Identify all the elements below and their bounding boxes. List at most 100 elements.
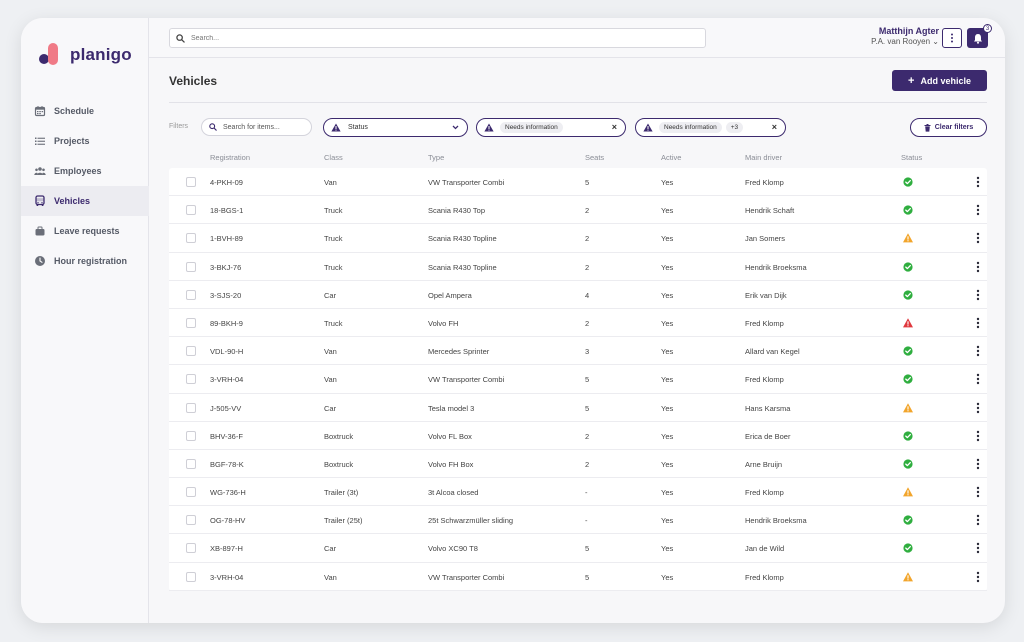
sidebar-item-projects[interactable]: Projects [21,126,149,156]
column-header-seats[interactable]: Seats [585,153,604,162]
row-checkbox[interactable] [186,487,196,498]
filter-chip-needs-information[interactable]: Needs information × [476,118,626,137]
row-menu-dots-icon[interactable] [975,232,981,244]
cell-class: Van [324,572,337,582]
status-ok-icon [903,261,913,272]
sidebar-item-schedule[interactable]: Schedule [21,96,149,126]
status-filter-dropdown[interactable]: Status [323,118,468,137]
row-menu-dots-icon[interactable] [975,430,981,442]
table-row[interactable]: WG-736-H Trailer (3t) 3t Alcoa closed - Yes F… [169,478,987,507]
user-menu[interactable]: Matthijn Agter P.A. van Rooyen ⌄ [871,26,939,46]
column-header-class[interactable]: Class [324,153,343,162]
cell-seats: 5 [585,544,590,554]
logo[interactable]: planigo [39,42,132,68]
row-checkbox[interactable] [186,374,196,385]
column-header-registration[interactable]: Registration [210,153,250,162]
table-row[interactable]: OG-78-HV Trailer (25t) 25t Schwarzmüller s… [169,506,987,535]
row-checkbox[interactable] [186,261,196,272]
row-menu-dots-icon[interactable] [975,486,981,498]
cell-class: Boxtruck [324,431,354,441]
row-checkbox[interactable] [186,430,196,441]
status-warning-icon [903,402,913,412]
column-header-active[interactable]: Active [661,153,681,162]
warning-icon [331,123,341,132]
sidebar-item-employees[interactable]: Employees [21,156,149,186]
table-row[interactable]: 1-BVH-89 Truck Scania R430 Topline 2 Yes Jan … [169,224,987,253]
row-checkbox[interactable] [186,346,196,357]
row-checkbox[interactable] [186,289,196,300]
notifications-button[interactable]: 3 [967,24,992,48]
warning-icon [643,123,653,132]
table-row[interactable]: 3-VRH-04 Van VW Transporter Combi 5 Yes Fred … [169,365,987,394]
table-row[interactable]: BHV-36-F Boxtruck Volvo FL Box 2 Yes Erica de… [169,422,987,450]
table-row[interactable]: XB-897-H Car Volvo XC90 T8 5 Yes Jan de Wild [169,534,987,563]
row-menu-dots-icon[interactable] [975,261,981,273]
sidebar-item-leave-requests[interactable]: Leave requests [21,216,149,246]
row-checkbox[interactable] [186,233,196,244]
sidebar-item-label: Leave requests [54,226,120,236]
status-error-icon [903,318,913,328]
row-menu-dots-icon[interactable] [975,402,981,414]
row-menu-dots-icon[interactable] [975,176,981,188]
row-menu-dots-icon[interactable] [975,317,981,329]
row-checkbox[interactable] [186,177,196,187]
row-checkbox[interactable] [186,571,196,582]
column-header-main-driver[interactable]: Main driver [745,153,782,162]
column-header-status[interactable]: Status [901,153,922,162]
table-row[interactable]: 3-BKJ-76 Truck Scania R430 Topline 2 Yes Hend… [169,253,987,281]
filter-chip-needs-information-more[interactable]: Needs information +3 × [635,118,786,137]
cell-registration: WG-736-H [210,488,246,498]
row-menu-dots-icon[interactable] [975,204,981,216]
row-menu-dots-icon[interactable] [975,542,981,554]
filter-search-placeholder: Search for items... [223,123,280,131]
suitcase-icon [35,226,45,236]
sidebar-item-label: Employees [54,166,102,176]
table-row[interactable]: 18-BGS-1 Truck Scania R430 Top 2 Yes Hendrik … [169,196,987,225]
table-row[interactable]: J-505-VV Car Tesla model 3 5 Yes Hans Karsma [169,394,987,422]
close-icon[interactable]: × [612,122,617,132]
table-row[interactable]: 3-SJS-20 Car Opel Ampera 4 Yes Erik van Dijk [169,281,987,309]
row-menu-dots-icon[interactable] [975,571,981,583]
cell-active: Yes [661,206,674,216]
cell-seats: 5 [585,572,590,582]
cell-seats: 5 [585,403,590,413]
row-checkbox[interactable] [186,515,196,526]
clear-filters-button[interactable]: Clear filters [910,118,987,137]
cell-main-driver: Fred Klomp [745,572,784,582]
filter-search-input[interactable]: Search for items... [201,118,312,136]
row-checkbox[interactable] [186,402,196,413]
cell-type: Tesla model 3 [428,403,475,413]
cell-active: Yes [661,403,674,413]
row-checkbox[interactable] [186,205,196,216]
sidebar-item-hour-registration[interactable]: Hour registration [21,246,149,276]
global-search-input[interactable] [191,34,671,42]
row-menu-dots-icon[interactable] [975,514,981,526]
global-search[interactable] [169,28,706,48]
sidebar-item-vehicles[interactable]: Vehicles [21,186,149,216]
cell-active: Yes [661,234,674,244]
cell-seats: 2 [585,206,590,216]
row-checkbox[interactable] [186,317,196,328]
add-vehicle-button[interactable]: + Add vehicle [892,70,987,91]
cell-main-driver: Fred Klomp [745,318,784,328]
status-ok-icon [903,177,913,187]
row-menu-dots-icon[interactable] [975,458,981,470]
table-row[interactable]: 89-BKH-9 Truck Volvo FH 2 Yes Fred Klomp [169,309,987,338]
column-header-type[interactable]: Type [428,153,444,162]
logo-text: planigo [70,45,132,64]
cell-type: VW Transporter Combi [428,375,505,385]
bus-icon [35,195,45,206]
row-menu-dots-icon[interactable] [975,289,981,301]
more-options-button[interactable] [942,28,962,48]
table-row[interactable]: VDL-90-H Van Mercedes Sprinter 3 Yes Allard v… [169,337,987,366]
row-checkbox[interactable] [186,458,196,469]
status-ok-icon [903,459,913,469]
row-menu-dots-icon[interactable] [975,345,981,357]
row-checkbox[interactable] [186,543,196,554]
table-row[interactable]: 4-PKH-09 Van VW Transporter Combi 5 Yes Fred … [169,168,987,197]
row-menu-dots-icon[interactable] [975,373,981,385]
logo-mark-icon [39,43,61,67]
table-row[interactable]: 3-VRH-04 Van VW Transporter Combi 5 Yes Fred … [169,563,987,591]
table-row[interactable]: BGF-78-K Boxtruck Volvo FH Box 2 Yes Arne Bru… [169,450,987,479]
close-icon[interactable]: × [772,122,777,132]
